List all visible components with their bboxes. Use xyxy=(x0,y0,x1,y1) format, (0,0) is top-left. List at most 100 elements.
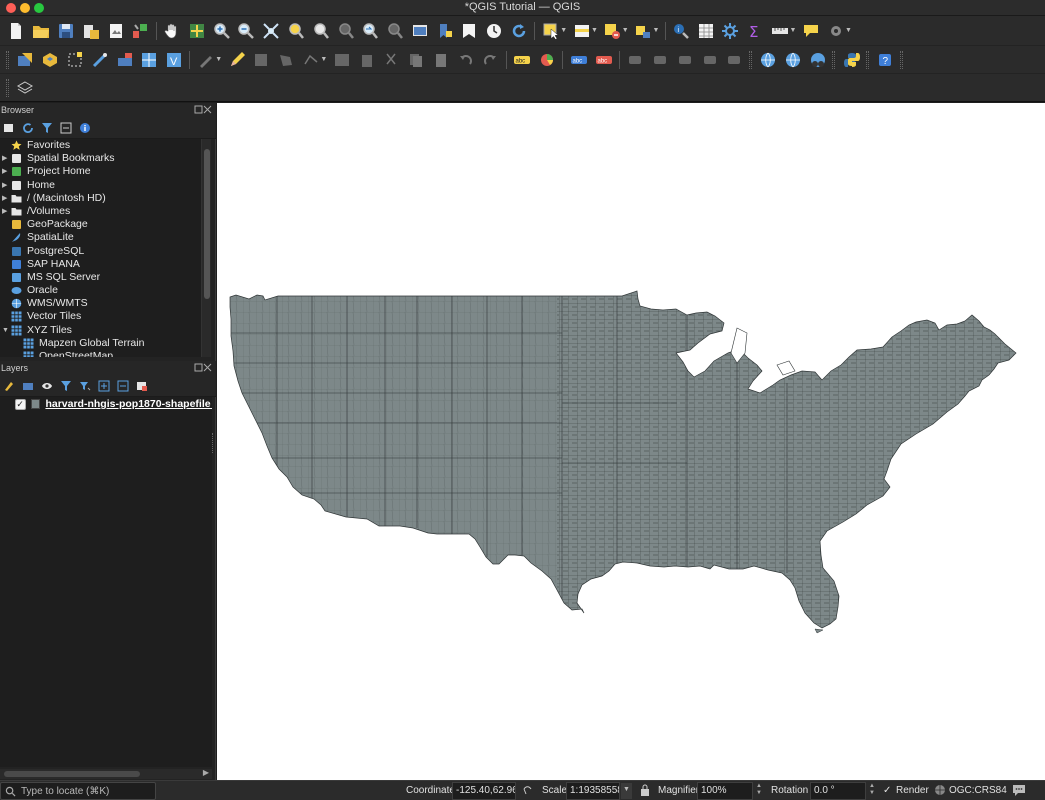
chevron-down-icon[interactable]: ▼ xyxy=(653,27,661,34)
map-tips-icon[interactable] xyxy=(801,21,821,41)
browser-item-oracle[interactable]: Oracle xyxy=(0,284,202,297)
identify-icon[interactable]: i xyxy=(671,21,691,41)
layer-expander[interactable] xyxy=(2,399,12,409)
rotation-field[interactable]: 0.0 ° xyxy=(810,782,866,800)
redo-icon[interactable] xyxy=(480,50,500,70)
select-features-icon[interactable] xyxy=(541,21,561,41)
move-label-icon[interactable] xyxy=(625,50,645,70)
georeferencer-globe-icon[interactable] xyxy=(808,50,828,70)
chevron-right-icon[interactable]: ▶ xyxy=(2,205,7,218)
browser-item-vector-tiles[interactable]: Vector Tiles xyxy=(0,310,202,323)
filter-icon[interactable] xyxy=(59,379,73,393)
help-icon[interactable]: ? xyxy=(875,50,895,70)
toolbar-grip[interactable] xyxy=(866,50,869,69)
cut-icon[interactable] xyxy=(381,50,401,70)
browser-item-spatial-bookmarks[interactable]: ▶ Spatial Bookmarks xyxy=(0,152,202,165)
crs-globe-icon[interactable] xyxy=(934,783,946,797)
statistics-sigma-icon[interactable]: Σ xyxy=(745,21,765,41)
zoom-out-icon[interactable] xyxy=(236,21,256,41)
chevron-right-icon[interactable]: ▶ xyxy=(2,165,7,178)
browser-item-geopackage[interactable]: GeoPackage xyxy=(0,218,202,231)
refresh-icon[interactable] xyxy=(509,21,529,41)
browser-item-favorites[interactable]: Favorites xyxy=(0,139,202,152)
copy-icon[interactable] xyxy=(406,50,426,70)
layers-stack-icon[interactable] xyxy=(15,78,35,98)
current-edits-icon[interactable] xyxy=(196,50,216,70)
chevron-down-icon[interactable]: ▼ xyxy=(622,27,630,34)
filter-icon[interactable] xyxy=(40,121,54,135)
collapse-all-icon[interactable] xyxy=(59,121,73,135)
save-edits-icon[interactable] xyxy=(251,50,271,70)
style-paint-icon[interactable] xyxy=(2,379,16,393)
layer-visibility-checkbox[interactable]: ✓ xyxy=(14,398,26,410)
new-geopackage-icon[interactable] xyxy=(40,50,60,70)
zoom-native-icon[interactable] xyxy=(336,21,356,41)
raster-calculator-icon[interactable] xyxy=(139,50,159,70)
temporal-controller-icon[interactable] xyxy=(484,21,504,41)
browser-item-home[interactable]: ▶ Home xyxy=(0,179,202,192)
coordinate-field[interactable]: -125.40,62.96 xyxy=(452,782,516,800)
locator-search-input[interactable]: Type to locate (⌘K) xyxy=(0,782,156,800)
label-callout-icon[interactable] xyxy=(700,50,720,70)
remove-layer-icon[interactable] xyxy=(135,379,149,393)
chevron-down-icon[interactable]: ▼ xyxy=(845,27,853,34)
show-bookmarks-icon[interactable] xyxy=(459,21,479,41)
toolbar-grip[interactable] xyxy=(832,50,836,69)
digitize-icon[interactable] xyxy=(90,50,110,70)
rotate-label-icon[interactable] xyxy=(650,50,670,70)
map-render[interactable] xyxy=(217,103,1045,780)
virtual-layer-icon[interactable]: V xyxy=(164,50,184,70)
render-checkbox[interactable]: ✓ xyxy=(883,784,891,798)
save-as-icon[interactable] xyxy=(81,21,101,41)
print-layout-icon[interactable] xyxy=(106,21,126,41)
magnifier-field[interactable]: 100% xyxy=(697,782,753,800)
pan-to-selection-icon[interactable] xyxy=(187,21,207,41)
zoom-to-layer-icon[interactable] xyxy=(311,21,331,41)
chevron-right-icon[interactable]: ▶ xyxy=(2,179,7,192)
zoom-last-icon[interactable] xyxy=(360,21,380,41)
add-group-icon[interactable] xyxy=(21,379,35,393)
open-project-icon[interactable] xyxy=(31,21,51,41)
select-by-value-icon[interactable] xyxy=(572,21,592,41)
chevron-down-icon[interactable]: ▼ xyxy=(789,27,797,34)
chevron-down-icon[interactable]: ▼ xyxy=(560,27,568,34)
pan-hand-icon[interactable] xyxy=(162,21,182,41)
deselect-icon[interactable] xyxy=(602,21,622,41)
scroll-right-arrow-icon[interactable]: ▶ xyxy=(203,768,209,777)
browser-item-wms-wmts[interactable]: WMS/WMTS xyxy=(0,297,202,310)
lock-icon[interactable] xyxy=(640,783,650,797)
browser-item-xyz-tiles[interactable]: ▼ XYZ Tiles xyxy=(0,324,202,337)
add-selected-layers-icon[interactable] xyxy=(2,121,16,135)
change-label-icon[interactable] xyxy=(675,50,695,70)
crs-button[interactable]: OGC:CRS84 xyxy=(949,784,1007,798)
new-map-view-icon[interactable] xyxy=(410,21,430,41)
browser-item-macintosh-hd[interactable]: ▶ / (Macintosh HD) xyxy=(0,192,202,205)
paste-icon[interactable] xyxy=(431,50,451,70)
refresh-icon[interactable] xyxy=(21,121,35,135)
magnifier-spinner[interactable]: ▲ ▼ xyxy=(755,783,763,798)
panel-float-close-icon[interactable] xyxy=(194,105,212,114)
expand-all-icon[interactable] xyxy=(97,379,111,393)
zoom-in-icon[interactable] xyxy=(212,21,232,41)
select-location-icon[interactable] xyxy=(633,21,653,41)
add-layer-icon[interactable] xyxy=(115,50,135,70)
toolbar-grip[interactable] xyxy=(6,50,9,69)
browser-item-sap-hana[interactable]: SAP HANA xyxy=(0,258,202,271)
label-properties-icon[interactable] xyxy=(724,50,744,70)
messages-icon[interactable] xyxy=(1012,783,1026,797)
save-project-icon[interactable] xyxy=(56,21,76,41)
map-canvas[interactable] xyxy=(217,103,1045,780)
browser-item-volumes[interactable]: ▶ /Volumes xyxy=(0,205,202,218)
modify-attributes-icon[interactable] xyxy=(332,50,352,70)
browser-item-project-home[interactable]: ▶ Project Home xyxy=(0,165,202,178)
toggle-extents-icon[interactable] xyxy=(521,782,533,796)
toolbar-grip[interactable] xyxy=(899,50,903,69)
pin-labels-icon[interactable]: abc xyxy=(569,50,589,70)
collapse-all-icon[interactable] xyxy=(116,379,130,393)
scale-field[interactable]: 1:19358558 xyxy=(566,782,620,800)
annotation-gear-icon[interactable] xyxy=(826,21,846,41)
new-bookmark-icon[interactable] xyxy=(435,21,455,41)
new-project-icon[interactable] xyxy=(6,21,26,41)
chevron-down-icon[interactable]: ▼ xyxy=(2,324,9,337)
zoom-to-selection-icon[interactable] xyxy=(286,21,306,41)
